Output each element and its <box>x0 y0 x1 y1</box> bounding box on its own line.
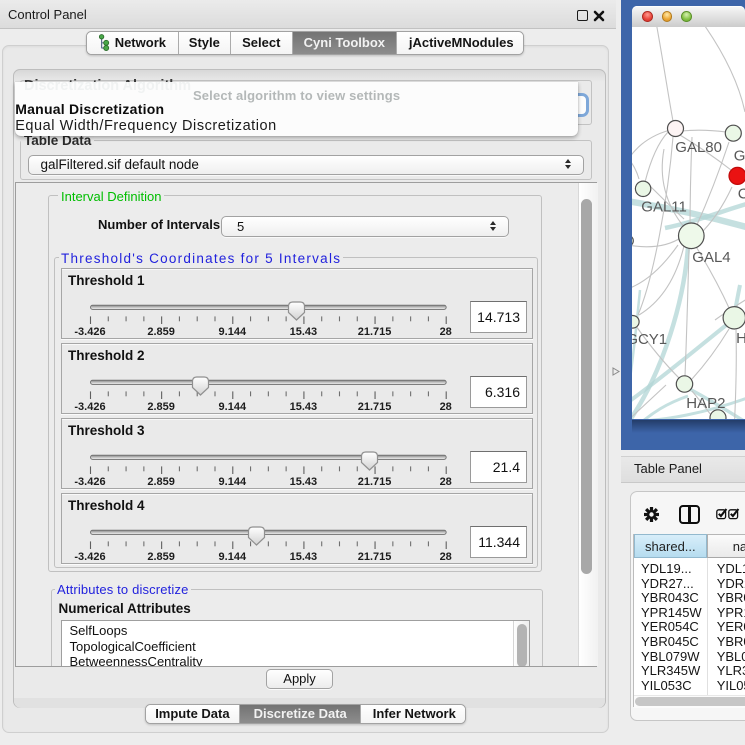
svg-text:GAL80: GAL80 <box>675 139 722 156</box>
svg-text:GCY1: GCY1 <box>632 331 667 348</box>
svg-text:C: C <box>737 185 744 202</box>
svg-text:H: H <box>736 330 745 347</box>
svg-text:GAL4: GAL4 <box>692 249 730 266</box>
svg-text:HAP2: HAP2 <box>686 395 725 412</box>
svg-text:GAL11: GAL11 <box>641 198 687 215</box>
svg-text:GA: GA <box>733 147 744 164</box>
